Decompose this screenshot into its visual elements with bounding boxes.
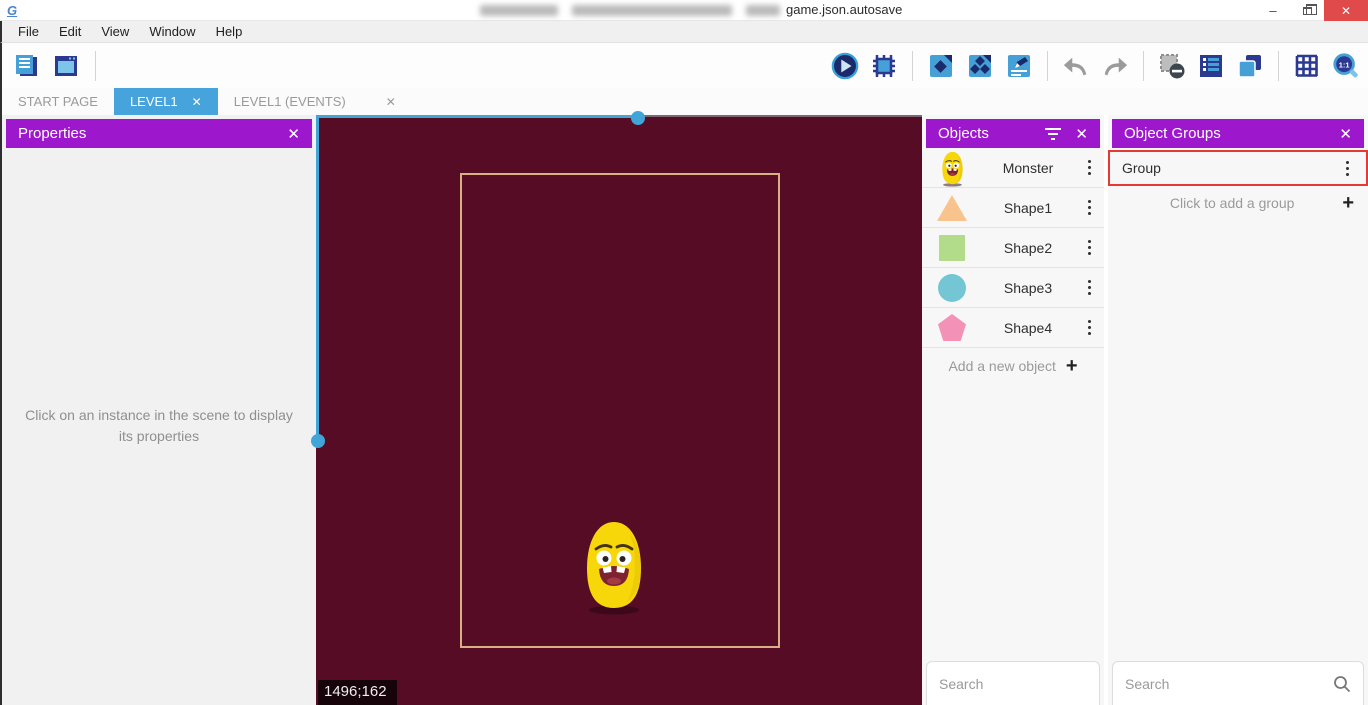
- objects-filter-icon[interactable]: [1045, 128, 1061, 140]
- scene-top-edge: [638, 115, 922, 117]
- project-manager-icon[interactable]: [12, 52, 40, 80]
- instances-list-icon[interactable]: [1197, 52, 1225, 80]
- maximize-button[interactable]: [1290, 0, 1324, 21]
- properties-close-icon[interactable]: ✕: [287, 125, 300, 143]
- add-new-object-button[interactable]: Add a new object +: [922, 348, 1104, 384]
- tab-level1-events-close-icon[interactable]: ✕: [376, 88, 406, 115]
- window-border-handle-left[interactable]: [311, 434, 325, 448]
- svg-text:1:1: 1:1: [1339, 60, 1350, 69]
- menu-file[interactable]: File: [8, 22, 49, 41]
- object-row-shape4[interactable]: Shape4: [922, 308, 1104, 348]
- shape1-menu-icon[interactable]: [1082, 206, 1096, 209]
- undo-icon[interactable]: [1062, 52, 1090, 80]
- editor-tab-bar: START PAGE LEVEL1 ✕ LEVEL1 (EVENTS) ✕: [0, 88, 1368, 115]
- object-groups-panel-title: Object Groups: [1124, 125, 1221, 142]
- shape3-circle-thumbnail: [930, 274, 974, 302]
- object-row-shape2[interactable]: Shape2: [922, 228, 1104, 268]
- groups-search-input[interactable]: [1125, 676, 1333, 692]
- objects-search-input[interactable]: [939, 676, 1120, 692]
- objects-search-box: [926, 661, 1100, 705]
- properties-empty-message: Click on an instance in the scene to dis…: [2, 405, 316, 447]
- objects-panel-title: Objects: [938, 125, 989, 142]
- shape4-pentagon-thumbnail: [930, 314, 974, 341]
- window-border-handle-top[interactable]: [631, 111, 645, 125]
- monster-menu-icon[interactable]: [1082, 166, 1096, 169]
- title-bar: G game.json.autosave – ✕: [0, 0, 1368, 21]
- object-row-monster[interactable]: Monster: [922, 148, 1104, 188]
- tab-level1-events[interactable]: LEVEL1 (EVENTS): [218, 88, 362, 115]
- preview-play-icon[interactable]: [831, 52, 859, 80]
- group-menu-icon[interactable]: [1340, 167, 1354, 170]
- minimize-button[interactable]: –: [1256, 0, 1290, 21]
- cursor-coordinates: 1496;162: [318, 680, 397, 705]
- tab-start-page[interactable]: START PAGE: [2, 88, 114, 115]
- shape2-square-thumbnail: [930, 235, 974, 261]
- scene-editor-canvas[interactable]: 1496;162: [316, 115, 922, 705]
- window-top-border-line: [316, 115, 638, 118]
- tab-level1[interactable]: LEVEL1 ✕: [114, 88, 218, 115]
- tab-level1-close-icon[interactable]: ✕: [192, 95, 202, 109]
- delete-selected-instances-icon[interactable]: [1158, 52, 1186, 80]
- groups-search-box: [1112, 661, 1364, 705]
- properties-panel-title: Properties: [18, 125, 86, 142]
- add-group-button[interactable]: Click to add a group +: [1108, 186, 1368, 220]
- shape3-menu-icon[interactable]: [1082, 286, 1096, 289]
- monster-instance[interactable]: [578, 515, 650, 620]
- objects-editor-icon[interactable]: [927, 52, 955, 80]
- menu-help[interactable]: Help: [206, 22, 253, 41]
- window-title: game.json.autosave: [786, 2, 902, 17]
- monster-thumbnail: [930, 149, 974, 187]
- debugger-icon[interactable]: [870, 52, 898, 80]
- groups-search-icon: [1333, 675, 1351, 693]
- menu-edit[interactable]: Edit: [49, 22, 91, 41]
- redo-icon[interactable]: [1101, 52, 1129, 80]
- gdevelop-logo-icon: G: [7, 4, 17, 17]
- object-row-shape1[interactable]: Shape1: [922, 188, 1104, 228]
- main-area: Properties ✕ Click on an instance in the…: [0, 115, 1368, 705]
- object-groups-editor-icon[interactable]: [966, 52, 994, 80]
- object-groups-close-icon[interactable]: ✕: [1339, 125, 1352, 143]
- objects-panel-header: Objects ✕: [926, 119, 1100, 148]
- layers-editor-icon[interactable]: [1236, 52, 1264, 80]
- shape2-menu-icon[interactable]: [1082, 246, 1096, 249]
- window-left-border-line: [316, 115, 319, 441]
- object-row-shape3[interactable]: Shape3: [922, 268, 1104, 308]
- properties-panel: Properties ✕ Click on an instance in the…: [0, 115, 316, 705]
- object-groups-panel: Object Groups ✕ Group Click to add a gro…: [1108, 115, 1368, 705]
- instance-properties-icon[interactable]: [1005, 52, 1033, 80]
- objects-close-icon[interactable]: ✕: [1075, 125, 1088, 143]
- add-group-plus-icon: +: [1342, 192, 1354, 215]
- objects-panel: Objects ✕ Monster Shape1 Shape2: [922, 115, 1104, 705]
- add-object-plus-icon: +: [1066, 355, 1078, 378]
- properties-panel-header: Properties ✕: [6, 119, 312, 148]
- shape4-menu-icon[interactable]: [1082, 326, 1096, 329]
- main-toolbar: 1:1: [0, 43, 1368, 88]
- close-button[interactable]: ✕: [1324, 0, 1368, 21]
- shape1-triangle-thumbnail: [930, 195, 974, 221]
- object-groups-panel-header: Object Groups ✕: [1112, 119, 1364, 148]
- start-page-icon[interactable]: [52, 52, 80, 80]
- app-window: G game.json.autosave – ✕ File Edit View …: [0, 0, 1368, 705]
- toggle-grid-icon[interactable]: [1293, 52, 1321, 80]
- menu-window[interactable]: Window: [139, 22, 205, 41]
- redacted-path: [480, 3, 780, 18]
- zoom-original-icon[interactable]: 1:1: [1332, 52, 1360, 80]
- menu-view[interactable]: View: [91, 22, 139, 41]
- menu-bar: File Edit View Window Help: [0, 21, 1368, 43]
- group-row[interactable]: Group: [1108, 150, 1368, 186]
